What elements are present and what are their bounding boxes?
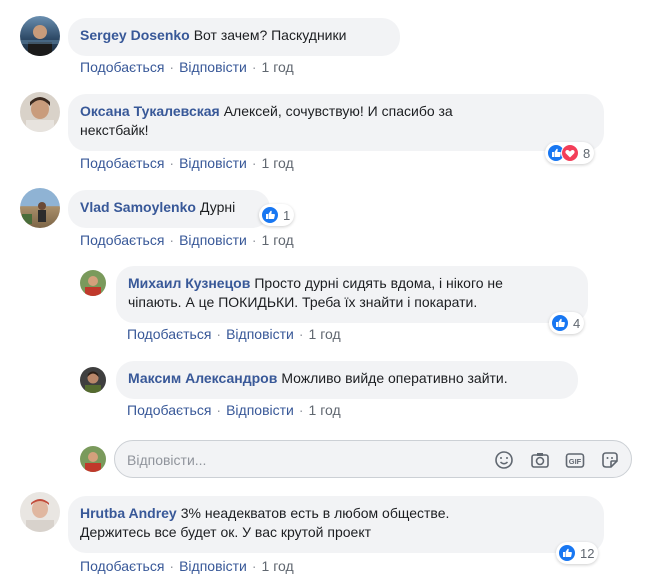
svg-text:GIF: GIF (569, 457, 582, 466)
like-link[interactable]: Подобається (127, 326, 211, 342)
comment-author[interactable]: Vlad Samoylenko (80, 199, 196, 215)
reactions-summary[interactable]: 12 (556, 542, 599, 564)
like-link[interactable]: Подобається (127, 402, 211, 418)
comment-text-continued: чіпають. А це ПОКИДЬКИ. Треба їх знайти … (128, 294, 478, 310)
comment-actions: Подобається · Відповісти · 1 год (127, 402, 341, 418)
comment-bubble: Vlad Samoylenko Дурні (68, 190, 270, 228)
comment-text: Можливо вийде оперативно зайти. (281, 370, 508, 386)
reply-link[interactable]: Відповісти (179, 59, 247, 75)
reaction-count: 1 (283, 207, 291, 223)
reply-link[interactable]: Відповісти (179, 558, 247, 574)
avatar[interactable] (20, 16, 60, 56)
timestamp[interactable]: 1 год (262, 155, 294, 171)
comment-author[interactable]: Hrutba Andrey (80, 505, 177, 521)
like-link[interactable]: Подобається (80, 232, 164, 248)
comment-text-continued: Держитесь все будет ок. У вас крутой про… (80, 524, 372, 540)
comment-actions: Подобається · Відповісти · 1 год (127, 326, 341, 342)
reactions-summary[interactable]: 1 (259, 204, 295, 226)
comment-author[interactable]: Михаил Кузнецов (128, 275, 250, 291)
emoji-icon[interactable] (493, 449, 515, 471)
reply-link[interactable]: Відповісти (179, 155, 247, 171)
separator-dot: · (251, 232, 257, 248)
like-icon (551, 314, 569, 332)
avatar[interactable] (20, 92, 60, 132)
like-link[interactable]: Подобається (80, 558, 164, 574)
avatar[interactable] (80, 367, 106, 393)
comment-bubble: Hrutba Andrey 3% неадекватов есть в любом… (68, 496, 604, 553)
camera-icon[interactable] (529, 449, 551, 471)
reactions-summary[interactable]: 4 (549, 312, 585, 334)
comment-author[interactable]: Максим Александров (128, 370, 277, 386)
comment-text: Дурні (199, 199, 236, 215)
timestamp[interactable]: 1 год (309, 326, 341, 342)
like-link[interactable]: Подобається (80, 155, 164, 171)
comment-bubble: Михаил Кузнецов Просто дурні сидять вдома… (116, 266, 588, 323)
gif-icon[interactable]: GIF (564, 449, 586, 471)
reply-input[interactable] (125, 447, 489, 473)
reply-link[interactable]: Відповісти (226, 326, 294, 342)
avatar[interactable] (20, 492, 60, 532)
comment-text: 3% неадекватов есть в любом обществе. (180, 505, 450, 521)
comment-text: Вот зачем? Паскудники (193, 27, 347, 43)
timestamp[interactable]: 1 год (262, 558, 294, 574)
comment-text: Просто дурні сидять вдома, і нікого не (254, 275, 503, 291)
comment-actions: Подобається · Відповісти · 1 год (80, 558, 294, 574)
reply-link[interactable]: Відповісти (179, 232, 247, 248)
separator-dot: · (216, 326, 222, 342)
comment-bubble: Sergey Dosenko Вот зачем? Паскудники (68, 18, 400, 56)
avatar[interactable] (80, 270, 106, 296)
separator-dot: · (169, 558, 175, 574)
timestamp[interactable]: 1 год (262, 232, 294, 248)
like-icon (261, 206, 279, 224)
timestamp[interactable]: 1 год (262, 59, 294, 75)
reactions-summary[interactable]: 8 (545, 142, 595, 164)
separator-dot: · (169, 155, 175, 171)
comment-actions: Подобається · Відповісти · 1 год (80, 155, 294, 171)
comment-bubble: Оксана Тукалевская Алексей, сочувствую! И… (68, 94, 604, 151)
comment-author[interactable]: Оксана Тукалевская (80, 103, 220, 119)
separator-dot: · (298, 326, 304, 342)
separator-dot: · (251, 59, 257, 75)
love-icon (561, 144, 579, 162)
separator-dot: · (251, 155, 257, 171)
avatar[interactable] (20, 188, 60, 228)
separator-dot: · (169, 232, 175, 248)
reaction-count: 4 (573, 315, 581, 331)
comment-actions: Подобається · Відповісти · 1 год (80, 59, 294, 75)
reply-box: GIF (114, 440, 632, 478)
like-link[interactable]: Подобається (80, 59, 164, 75)
comment-bubble: Максим Александров Можливо вийде оператив… (116, 361, 578, 399)
sticker-icon[interactable] (599, 449, 621, 471)
reaction-count: 8 (583, 145, 591, 161)
separator-dot: · (216, 402, 222, 418)
avatar (80, 446, 106, 472)
timestamp[interactable]: 1 год (309, 402, 341, 418)
comment-text-continued: некстбайк! (80, 122, 149, 138)
reaction-count: 12 (580, 545, 595, 561)
comment-text: Алексей, сочувствую! И спасибо за (223, 103, 453, 119)
like-icon (558, 544, 576, 562)
comment-actions: Подобається · Відповісти · 1 год (80, 232, 294, 248)
separator-dot: · (169, 59, 175, 75)
reply-link[interactable]: Відповісти (226, 402, 294, 418)
separator-dot: · (298, 402, 304, 418)
comment-author[interactable]: Sergey Dosenko (80, 27, 190, 43)
separator-dot: · (251, 558, 257, 574)
